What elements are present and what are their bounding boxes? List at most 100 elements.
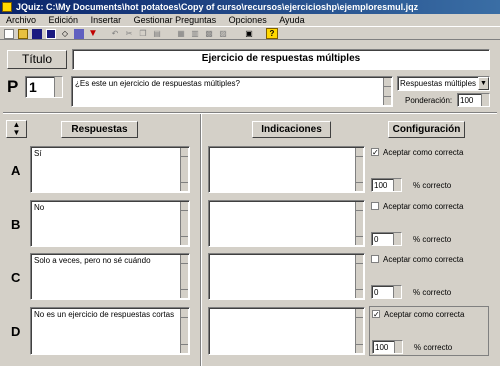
correct-label-b: Aceptar como correcta bbox=[383, 202, 464, 211]
percent-spinner-b[interactable] bbox=[393, 233, 401, 245]
delete-question-icon[interactable]: ▥ bbox=[190, 29, 200, 39]
toolbar: ◇ ▼ ↶ ✂ ❐ ▤ ▦ ▥ ▩ ▨ ▣ ? bbox=[0, 26, 500, 40]
answer-field-b[interactable]: No bbox=[30, 200, 190, 247]
question-number-field[interactable]: 1 bbox=[25, 76, 63, 98]
chevron-down-icon[interactable]: ▼ bbox=[478, 77, 489, 90]
percent-label-d: % correcto bbox=[414, 343, 453, 352]
paste-icon[interactable]: ▤ bbox=[152, 29, 162, 39]
question-p-label: P bbox=[7, 77, 19, 96]
percent-field-c[interactable]: 0 bbox=[371, 285, 402, 299]
question-type-value: Respuestas múltiples bbox=[400, 79, 477, 88]
help-icon[interactable]: ? bbox=[266, 28, 278, 39]
feedback-scrollbar-c[interactable] bbox=[355, 255, 363, 298]
app-icon bbox=[2, 2, 12, 12]
answer-scrollbar-b[interactable] bbox=[180, 202, 188, 245]
web-page-icon[interactable] bbox=[74, 29, 84, 39]
config-panel-b: Aceptar como correcta 0 % correcto bbox=[369, 199, 489, 249]
question-text: ¿Es este un ejercicio de respuestas múlt… bbox=[75, 79, 240, 88]
feedback-field-a[interactable] bbox=[208, 146, 365, 193]
answer-letter-d: D bbox=[11, 324, 21, 339]
menu-insertar[interactable]: Insertar bbox=[91, 15, 122, 25]
correct-checkbox-a[interactable]: ✓ bbox=[371, 148, 379, 157]
ponderacion-spinner[interactable] bbox=[481, 94, 489, 106]
percent-spinner-a[interactable] bbox=[393, 179, 401, 191]
diamond-icon[interactable]: ◇ bbox=[60, 29, 70, 39]
feedback-field-d[interactable] bbox=[208, 307, 365, 355]
grid-icon[interactable]: ▩ bbox=[204, 29, 214, 39]
percent-spinner-c[interactable] bbox=[393, 286, 401, 298]
arrow-up-down-icon: ▲ ▼ bbox=[12, 120, 21, 137]
answer-letter-a: A bbox=[11, 163, 21, 178]
percent-spinner-d[interactable] bbox=[394, 341, 402, 353]
config-panel-d: ✓ Aceptar como correcta 100 % correcto bbox=[369, 306, 489, 356]
menu-bar: Archivo Edición Insertar Gestionar Pregu… bbox=[0, 14, 500, 26]
percent-field-b[interactable]: 0 bbox=[371, 232, 402, 246]
feedback-scrollbar-b[interactable] bbox=[355, 202, 363, 245]
correct-checkbox-b[interactable] bbox=[371, 202, 379, 210]
menu-opciones[interactable]: Opciones bbox=[229, 15, 267, 25]
answer-text-b: No bbox=[34, 203, 45, 212]
reorder-answers-button[interactable]: ▲ ▼ bbox=[6, 120, 27, 138]
correct-checkbox-c[interactable] bbox=[371, 255, 379, 263]
question-number: 1 bbox=[29, 79, 37, 95]
percent-value-a: 100 bbox=[374, 181, 388, 190]
percent-field-d[interactable]: 100 bbox=[372, 340, 403, 354]
answer-field-d[interactable]: No es un ejercicio de respuestas cortas bbox=[30, 307, 190, 355]
percent-value-b: 0 bbox=[374, 235, 379, 244]
ponderacion-field[interactable]: 100 bbox=[457, 93, 490, 107]
answer-field-c[interactable]: Solo a veces, pero no sé cuándo bbox=[30, 253, 190, 300]
add-question-icon[interactable]: ▦ bbox=[176, 29, 186, 39]
save-icon[interactable] bbox=[32, 29, 42, 39]
config-panel-c: Aceptar como correcta 0 % correcto bbox=[369, 252, 489, 302]
feedback-field-c[interactable] bbox=[208, 253, 365, 300]
save-as-icon[interactable] bbox=[46, 29, 56, 39]
menu-archivo[interactable]: Archivo bbox=[6, 15, 36, 25]
configuracion-button[interactable]: Configuración bbox=[388, 121, 465, 138]
answer-text-d: No es un ejercicio de respuestas cortas bbox=[34, 310, 175, 319]
answer-scrollbar-a[interactable] bbox=[180, 148, 188, 191]
answer-letter-c: C bbox=[11, 270, 21, 285]
menu-ayuda[interactable]: Ayuda bbox=[279, 15, 304, 25]
correct-label-d: Aceptar como correcta bbox=[384, 310, 465, 319]
arrow-down-icon[interactable]: ▼ bbox=[88, 29, 98, 39]
panel-divider bbox=[201, 114, 202, 366]
answer-scrollbar-c[interactable] bbox=[180, 255, 188, 298]
percent-label-b: % correcto bbox=[413, 235, 452, 244]
percent-field-a[interactable]: 100 bbox=[371, 178, 402, 192]
answer-letter-b: B bbox=[11, 217, 21, 232]
monitor-icon[interactable]: ▣ bbox=[244, 29, 254, 39]
reorder-icon[interactable]: ▨ bbox=[218, 29, 228, 39]
undo-icon[interactable]: ↶ bbox=[110, 29, 120, 39]
question-text-scrollbar[interactable] bbox=[383, 78, 391, 105]
window-title: JQuiz: C:\My Documents\hot potatoes\Copy… bbox=[16, 2, 419, 12]
titulo-button[interactable]: Título bbox=[7, 50, 67, 69]
correct-label-c: Aceptar como correcta bbox=[383, 255, 464, 264]
respuestas-button[interactable]: Respuestas bbox=[61, 121, 138, 138]
open-folder-icon[interactable] bbox=[18, 29, 28, 39]
feedback-field-b[interactable] bbox=[208, 200, 365, 247]
window-titlebar[interactable]: JQuiz: C:\My Documents\hot potatoes\Copy… bbox=[0, 0, 500, 14]
copy-icon[interactable]: ❐ bbox=[138, 29, 148, 39]
title-value: Ejercicio de respuestas múltiples bbox=[201, 53, 361, 64]
question-text-field[interactable]: ¿Es este un ejercicio de respuestas múlt… bbox=[71, 76, 393, 107]
feedback-scrollbar-d[interactable] bbox=[355, 309, 363, 353]
percent-label-a: % correcto bbox=[413, 181, 452, 190]
question-type-select[interactable]: Respuestas múltiples ▼ bbox=[397, 76, 490, 91]
ponderacion-value: 100 bbox=[460, 96, 474, 105]
answer-scrollbar-d[interactable] bbox=[180, 309, 188, 353]
menu-edicion[interactable]: Edición bbox=[49, 15, 79, 25]
menu-gestionar-preguntas[interactable]: Gestionar Preguntas bbox=[134, 15, 217, 25]
question-number-spinner[interactable] bbox=[54, 77, 62, 97]
feedback-scrollbar-a[interactable] bbox=[355, 148, 363, 191]
cut-icon[interactable]: ✂ bbox=[124, 29, 134, 39]
config-panel-a: ✓ Aceptar como correcta 100 % correcto bbox=[369, 145, 489, 195]
answer-text-c: Solo a veces, pero no sé cuándo bbox=[34, 256, 151, 265]
percent-label-c: % correcto bbox=[413, 288, 452, 297]
indicaciones-button[interactable]: Indicaciones bbox=[252, 121, 331, 138]
title-field[interactable]: Ejercicio de respuestas múltiples bbox=[72, 49, 490, 70]
percent-value-d: 100 bbox=[375, 343, 389, 352]
percent-value-c: 0 bbox=[374, 288, 379, 297]
new-file-icon[interactable] bbox=[4, 29, 14, 39]
correct-checkbox-d[interactable]: ✓ bbox=[372, 310, 380, 319]
answer-field-a[interactable]: Sí bbox=[30, 146, 190, 193]
